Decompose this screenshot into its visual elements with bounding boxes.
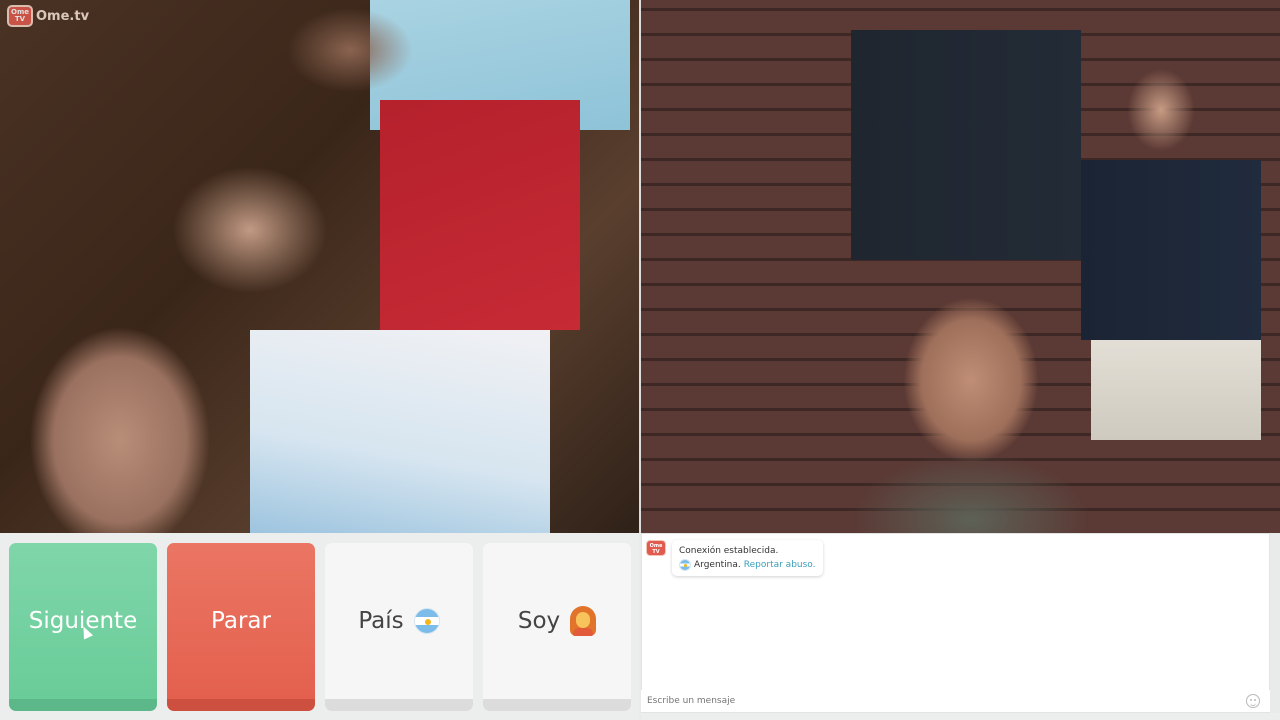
message-bubble: Conexión establecida. Argentina. Reporta… <box>672 540 823 576</box>
chat-panel: Ome TV Conexión establecida. Argentina. … <box>641 533 1270 713</box>
stop-button-label: Parar <box>211 608 271 634</box>
argentina-flag-icon <box>413 608 440 634</box>
country-filter-button[interactable]: País <box>325 543 473 711</box>
argentina-flag-icon <box>679 559 691 571</box>
system-message: Ome TV Conexión establecida. Argentina. … <box>646 540 823 576</box>
woman-emoji-icon <box>570 606 597 636</box>
gender-button-label: Soy <box>517 608 561 634</box>
smiley-icon[interactable] <box>1246 694 1260 708</box>
message-input-bar <box>641 690 1270 712</box>
app-root: Ome TV Ome.tv Siguiente Parar País Soy O… <box>0 0 1280 720</box>
ometv-logo: Ome TV Ome.tv <box>7 5 89 27</box>
next-button[interactable]: Siguiente <box>9 543 157 711</box>
stop-button[interactable]: Parar <box>167 543 315 711</box>
country-line: Argentina. Reportar abuso. <box>679 558 816 572</box>
bottom-strip <box>641 713 1280 720</box>
stranger-video: Ome TV Ome.tv <box>0 0 639 533</box>
self-video <box>641 0 1280 533</box>
message-input[interactable] <box>647 694 1227 708</box>
country-button-label: País <box>358 608 404 634</box>
ometv-logo-text: Ome.tv <box>36 8 90 24</box>
connection-status-text: Conexión establecida. <box>679 546 779 556</box>
control-bar: Siguiente Parar País Soy <box>0 533 639 720</box>
report-abuse-link[interactable]: Reportar abuso. <box>744 558 816 572</box>
ometv-logo-icon: Ome TV <box>7 5 33 27</box>
gender-select-button[interactable]: Soy <box>483 543 631 711</box>
country-name: Argentina. <box>694 560 741 570</box>
ometv-chat-logo-icon: Ome TV <box>646 540 666 556</box>
